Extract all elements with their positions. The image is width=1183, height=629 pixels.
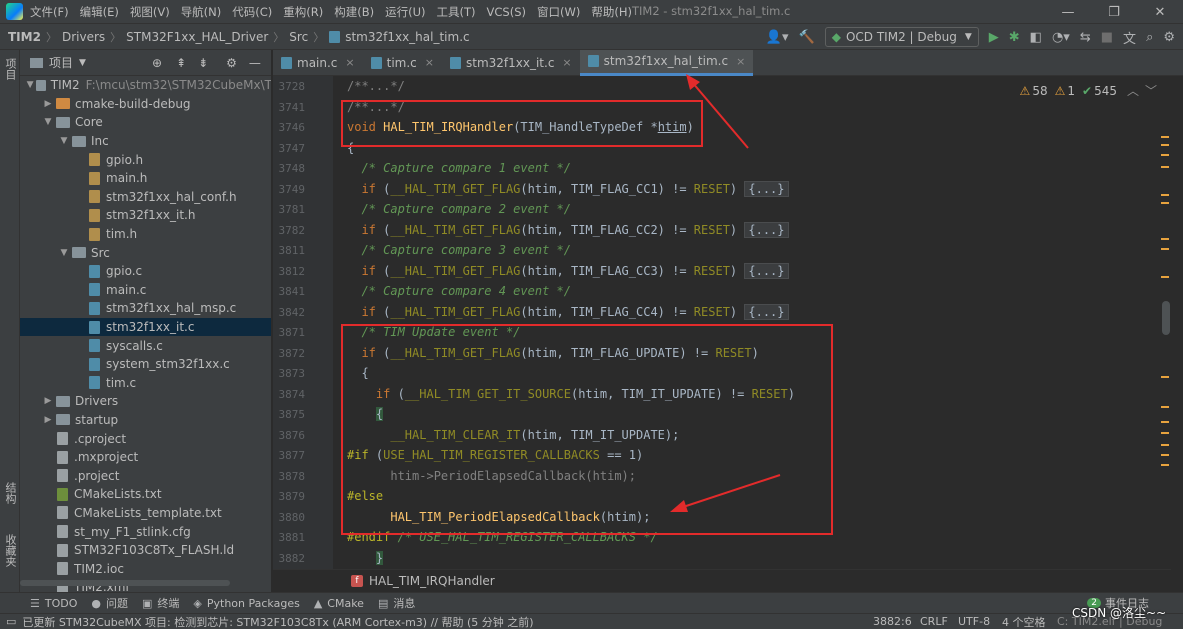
- tool-window-button[interactable]: ▤ 消息: [378, 595, 415, 611]
- tool-window-label: Python Packages: [206, 596, 300, 610]
- function-icon: f: [351, 575, 363, 587]
- editor-breadcrumb: f HAL_TIM_IRQHandler: [273, 569, 1171, 592]
- status-layout-icon[interactable]: ▭: [6, 615, 16, 628]
- status-message[interactable]: 已更新 STM32CubeMX 项目: 检测到芯片: STM32F103C8Tx…: [22, 614, 533, 629]
- cmake-icon: ▲: [313, 596, 323, 610]
- tool-window-button[interactable]: ☰ TODO: [30, 597, 77, 610]
- tool-window-bar: ☰ TODO ● 问题 ▣ 终端 ◈ Python Packages ▲ CMake ▤ 消息 2 事…: [0, 592, 1183, 613]
- file-encoding[interactable]: UTF-8: [958, 615, 990, 628]
- function-crumb[interactable]: HAL_TIM_IRQHandler: [369, 574, 495, 588]
- status-bar: ▭ 已更新 STM32CubeMX 项目: 检测到芯片: STM32F103C8…: [0, 613, 1183, 629]
- tool-window-label: CMake: [327, 596, 364, 610]
- messages-icon: ▤: [377, 596, 389, 610]
- python-icon: ◈: [193, 596, 202, 610]
- line-separator[interactable]: CRLF: [920, 615, 948, 628]
- tool-window-label: 消息: [393, 597, 416, 610]
- tool-window-label: 终端: [157, 597, 180, 610]
- tool-window-label: 问题: [106, 597, 128, 610]
- list-icon: ☰: [30, 596, 40, 610]
- indent-setting[interactable]: 4 个空格: [1002, 614, 1046, 629]
- tool-window-button[interactable]: ▲ CMake: [314, 597, 364, 610]
- tool-window-label: TODO: [44, 596, 78, 610]
- tool-window-buttons: ☰ TODO ● 问题 ▣ 终端 ◈ Python Packages ▲ CMake ▤ 消息: [30, 595, 429, 611]
- tool-window-button[interactable]: ▣ 终端: [142, 595, 179, 611]
- caret-position[interactable]: 3882:6: [873, 615, 912, 628]
- tool-window-button[interactable]: ● 问题: [91, 595, 128, 611]
- csdn-watermark: CSDN @洛尘~~: [1072, 606, 1167, 620]
- problems-icon: ●: [91, 596, 101, 610]
- terminal-icon: ▣: [142, 596, 153, 610]
- tool-window-button[interactable]: ◈ Python Packages: [193, 597, 299, 610]
- annotation-arrows: [670, 74, 781, 512]
